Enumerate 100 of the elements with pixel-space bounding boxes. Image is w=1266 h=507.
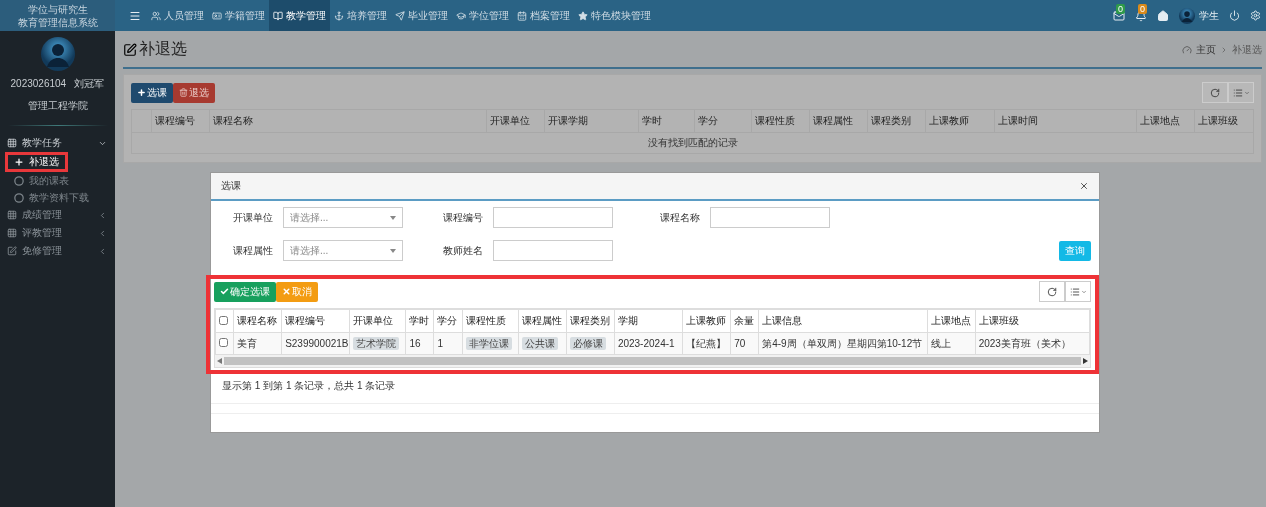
scroll-right-icon[interactable]: [1083, 358, 1088, 364]
refresh-button[interactable]: [1039, 281, 1065, 302]
field-label: 开课单位: [232, 210, 274, 225]
column-header: 上课班级: [1194, 109, 1254, 133]
empty-message: 没有找到匹配的记录: [131, 132, 1254, 154]
caret-icon: [390, 215, 396, 220]
dashboard-icon: [1182, 44, 1192, 55]
input-field[interactable]: [493, 240, 613, 261]
avatar: [40, 37, 75, 71]
column-header: 开课学期: [544, 109, 639, 133]
sidebar-item[interactable]: 成绩管理: [0, 206, 115, 224]
column-header: 课程类别: [566, 309, 615, 333]
row-checkbox[interactable]: [219, 338, 228, 347]
check-icon: [220, 287, 229, 296]
refresh-button[interactable]: [1202, 82, 1228, 103]
column-header: 开课单位: [349, 309, 406, 333]
sidebar-item[interactable]: 免修管理: [0, 242, 115, 260]
nav-item[interactable]: 学籍管理: [208, 0, 269, 31]
column-header: 上课地点: [1136, 109, 1195, 133]
scroll-left-icon[interactable]: [217, 358, 222, 364]
grid-icon: [7, 228, 17, 238]
column-header: 课程性质: [462, 309, 519, 333]
nav-item[interactable]: 教学管理: [269, 0, 330, 31]
column-header: 课程编号: [281, 309, 350, 333]
input-field[interactable]: [493, 207, 613, 228]
field-label: 课程属性: [232, 243, 274, 258]
column-header: 开课单位: [486, 109, 545, 133]
column-header: 上课信息: [758, 309, 928, 333]
columns-button[interactable]: [1065, 281, 1091, 302]
column-header: 学时: [638, 109, 695, 133]
table-cell: 第4-9周（单双周）星期四第10-12节: [758, 332, 928, 355]
drop-course-button[interactable]: 退选: [173, 82, 215, 103]
x-icon: [282, 287, 291, 296]
settings-icon[interactable]: [1250, 10, 1261, 21]
user-id-name: 2023026104 刘冠军: [10, 77, 105, 91]
tag: 公共课: [521, 336, 558, 350]
anchor-icon: [334, 10, 344, 21]
column-header: 上课教师: [925, 109, 995, 133]
confirm-button[interactable]: 确定选课: [214, 281, 276, 302]
book-icon: [273, 10, 283, 21]
sidebar-subitem[interactable]: 补退选: [5, 152, 68, 172]
nav-item[interactable]: 培养管理: [330, 0, 391, 31]
nav-item[interactable]: 人员管理: [147, 0, 208, 31]
column-header: 课程编号: [151, 109, 210, 133]
menu-icon[interactable]: [129, 9, 141, 22]
home-icon[interactable]: [1157, 9, 1169, 22]
circle-icon: [14, 175, 24, 186]
field-label: 课程名称: [659, 210, 701, 225]
power-icon[interactable]: [1229, 10, 1240, 21]
refresh-icon: [1047, 286, 1057, 297]
select-field[interactable]: 请选择...: [283, 240, 403, 261]
column-header: 上课班级: [975, 309, 1090, 333]
caret-icon: [390, 248, 396, 253]
paper-plane-icon: [395, 10, 405, 21]
column-header: 学分: [694, 109, 752, 133]
circle-icon: [14, 192, 24, 203]
field-label: 教师姓名: [442, 243, 484, 258]
column-header: 学时: [405, 309, 434, 333]
table-cell: 美育: [233, 332, 282, 355]
sidebar-subitem[interactable]: 我的课表: [5, 172, 78, 189]
column-header: 上课时间: [994, 109, 1137, 133]
column-header: 课程名称: [209, 109, 487, 133]
select-field[interactable]: 请选择...: [283, 207, 403, 228]
input-field[interactable]: [710, 207, 830, 228]
scrollbar[interactable]: [215, 355, 1090, 367]
select-all-checkbox[interactable]: [219, 315, 228, 325]
trash-icon: [179, 88, 188, 97]
nav-item[interactable]: 学位管理: [452, 0, 513, 31]
add-course-button[interactable]: 选课: [131, 82, 173, 103]
sidebar-item[interactable]: 评教管理: [0, 224, 115, 242]
system-title: 学位与研究生 教育管理信息系统: [0, 0, 115, 31]
column-header: 余量: [730, 309, 759, 333]
nav-item[interactable]: 特色模块管理: [574, 0, 655, 31]
table-cell: 1: [433, 332, 463, 355]
breadcrumb-item[interactable]: 主页: [1196, 42, 1216, 57]
plus-icon: [14, 157, 24, 167]
column-header: 课程性质: [751, 109, 810, 133]
star-icon: [578, 10, 588, 21]
plus-icon: [137, 88, 146, 97]
refresh-icon: [1210, 87, 1220, 98]
sidebar-item[interactable]: 教学任务: [0, 134, 115, 152]
close-icon[interactable]: [1079, 181, 1089, 191]
avatar[interactable]: [1179, 7, 1195, 24]
sidebar-subitem[interactable]: 教学资料下载: [5, 189, 98, 206]
columns-button[interactable]: [1228, 82, 1254, 103]
column-header: 学分: [433, 309, 463, 333]
nav-item[interactable]: 毕业管理: [391, 0, 452, 31]
pagination-info: 显示第 1 到第 1 条记录，总共 1 条记录: [221, 379, 397, 393]
column-header: 课程属性: [518, 309, 567, 333]
id-card-icon: [212, 10, 222, 21]
user-role[interactable]: 学生: [1199, 8, 1219, 23]
tag: 艺术学院: [353, 336, 400, 350]
table-cell: 2023美育班（美术）: [975, 332, 1090, 355]
caret-icon: [1080, 288, 1087, 295]
nav-item[interactable]: 档案管理: [513, 0, 574, 31]
column-header: 上课地点: [927, 309, 976, 333]
table-cell: S239900021B: [281, 332, 350, 355]
column-header: 课程类别: [867, 109, 926, 133]
tag: 必修课: [569, 336, 606, 350]
column-header: 学期: [614, 309, 683, 333]
